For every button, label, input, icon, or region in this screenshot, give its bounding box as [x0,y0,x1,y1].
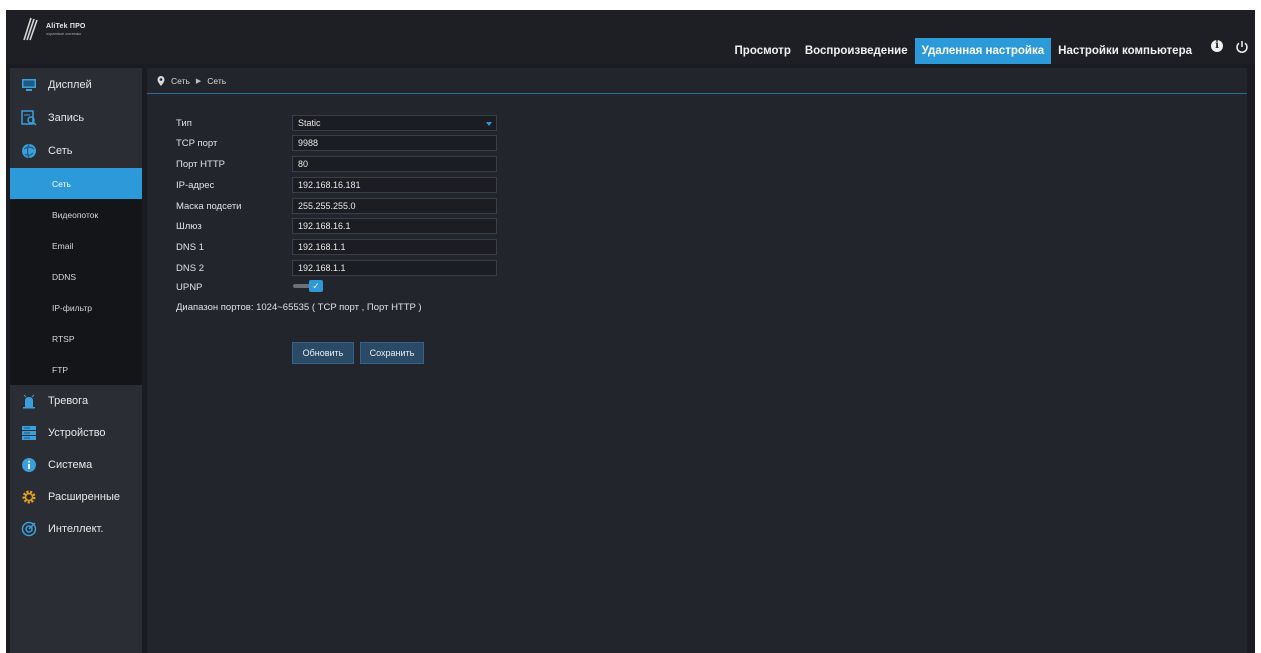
sidebar-item-label: Система [48,459,93,471]
breadcrumb: Сеть ▶ Сеть [157,76,226,86]
sidebar-subitem-ddns[interactable]: DDNS [10,261,142,292]
nav-pc-settings[interactable]: Настройки компьютера [1051,38,1199,64]
type-label: Тип [176,117,192,129]
type-value: Static [298,118,321,128]
sidebar-subitem-ftp[interactable]: FTP [10,354,142,385]
brand-tagline: охранные системы [46,31,82,36]
upnp-label: UPNP [176,281,203,293]
power-icon[interactable] [1235,40,1249,54]
http-port-input[interactable]: 80 [292,156,497,172]
tcp-port-label: TCP порт [176,137,218,149]
sidebar-item-label: Тревога [48,395,89,407]
dns1-label: DNS 1 [176,241,204,253]
intellect-icon [20,520,38,538]
http-port-label: Порт HTTP [176,158,225,170]
brand-name: AliTek ПРО [46,23,86,30]
info-icon [20,456,38,474]
sidebar-subitem-email[interactable]: Email [10,230,142,261]
mask-input[interactable]: 255.255.255.0 [292,198,497,214]
dns2-input[interactable]: 192.168.1.1 [292,260,497,276]
sidebar-item-device[interactable]: Устройство [10,417,142,449]
save-button[interactable]: Сохранить [360,342,424,364]
sidebar-item-system[interactable]: Система [10,449,142,481]
checkmark-icon: ✓ [309,280,323,292]
content-panel: Сеть ▶ Сеть Тип Static TCP порт 9988 Пор… [147,68,1247,653]
brand-logo: AliTek ПРО охранные системы [22,16,92,46]
chevron-right-icon: ▶ [195,78,202,85]
record-icon [20,109,38,127]
sidebar-item-network[interactable]: Сеть [10,134,142,168]
sidebar-subitem-ip-filter[interactable]: IP-фильтр [10,292,142,323]
sidebar-subitem-rtsp[interactable]: RTSP [10,323,142,354]
top-bar: AliTek ПРО охранные системы Просмотр Вос… [6,10,1255,64]
sidebar-subitem-network[interactable]: Сеть [10,168,142,199]
nav-remote-setup[interactable]: Удаленная настройка [914,38,1052,64]
sidebar-item-label: Запись [48,112,85,124]
dns2-label: DNS 2 [176,262,204,274]
network-submenu: Сеть Видеопоток Email DDNS IP-фильтр RTS… [10,168,142,385]
sidebar-item-label: Дисплей [48,79,92,91]
sidebar-item-label: Расширенные [48,491,120,503]
gear-icon [20,488,38,506]
gateway-label: Шлюз [176,220,202,232]
info-icon[interactable]: i [1211,40,1223,52]
tcp-port-input[interactable]: 9988 [292,135,497,151]
breadcrumb-section[interactable]: Сеть [171,76,190,86]
port-range-note: Диапазон портов: 1024~65535 ( TCP порт ,… [176,302,422,313]
upnp-toggle[interactable]: ✓ [293,280,327,292]
nav-live-view[interactable]: Просмотр [728,38,798,64]
sidebar-item-label: Сеть [48,145,73,157]
top-icons: i [1211,40,1249,54]
app-window: AliTek ПРО охранные системы Просмотр Вос… [6,10,1255,653]
logo-icon [23,17,38,41]
breadcrumb-page: Сеть [207,76,227,86]
monitor-icon [20,76,38,94]
main-nav: Просмотр Воспроизведение Удаленная настр… [728,38,1199,64]
location-pin-icon [157,76,165,86]
sidebar-item-label: Интеллект. [48,523,104,535]
sidebar-item-alarm[interactable]: Тревога [10,385,142,417]
sidebar-item-intellect[interactable]: Интеллект. [10,513,142,545]
nav-playback[interactable]: Воспроизведение [798,38,915,64]
mask-label: Маска подсети [176,200,242,212]
dns1-input[interactable]: 192.168.1.1 [292,239,497,255]
device-icon [20,424,38,442]
network-icon [20,142,38,160]
breadcrumb-divider [147,93,1247,94]
refresh-button[interactable]: Обновить [292,342,354,364]
alarm-icon [20,392,38,410]
sidebar: Дисплей Запись Сеть Сеть Видеопоток Emai… [10,68,142,653]
gateway-input[interactable]: 192.168.16.1 [292,218,497,234]
sidebar-item-advanced[interactable]: Расширенные [10,481,142,513]
chevron-down-icon [486,122,492,126]
ip-input[interactable]: 192.168.16.181 [292,177,497,193]
type-select[interactable]: Static [292,115,497,131]
sidebar-item-label: Устройство [48,427,106,439]
sidebar-item-record[interactable]: Запись [10,102,142,134]
sidebar-item-display[interactable]: Дисплей [10,68,142,102]
sidebar-subitem-video-stream[interactable]: Видеопоток [10,199,142,230]
ip-label: IP-адрес [176,179,215,191]
